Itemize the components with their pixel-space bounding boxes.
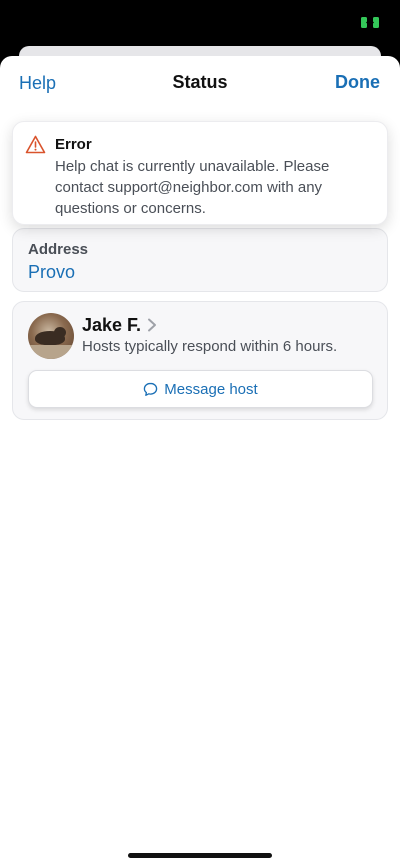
warning-icon bbox=[25, 135, 46, 154]
host-card: Jake F. Hosts typically respond within 6… bbox=[12, 301, 388, 420]
error-toast: Error Help chat is currently unavailable… bbox=[12, 121, 388, 225]
message-host-label: Message host bbox=[164, 380, 258, 398]
host-response-note: Hosts typically respond within 6 hours. bbox=[82, 338, 338, 355]
status-sheet: Help Status Done Address Provo Jake F. H… bbox=[0, 56, 400, 866]
avatar[interactable] bbox=[28, 313, 74, 359]
chat-bubble-icon bbox=[144, 382, 158, 396]
status-bar bbox=[0, 0, 400, 46]
error-message: Help chat is currently unavailable. Plea… bbox=[55, 158, 330, 217]
address-value[interactable]: Provo bbox=[28, 262, 75, 283]
host-name[interactable]: Jake F. bbox=[82, 315, 141, 336]
battery-charging-icon bbox=[361, 17, 379, 28]
home-indicator[interactable] bbox=[128, 853, 272, 858]
error-title: Error bbox=[55, 136, 92, 153]
done-button[interactable]: Done bbox=[335, 72, 380, 93]
chevron-right-icon[interactable] bbox=[147, 318, 157, 332]
address-label: Address bbox=[28, 241, 89, 258]
message-host-button[interactable]: Message host bbox=[28, 370, 373, 408]
nav-bar: Help Status Done bbox=[0, 56, 400, 110]
address-card: Address Provo bbox=[12, 228, 388, 292]
